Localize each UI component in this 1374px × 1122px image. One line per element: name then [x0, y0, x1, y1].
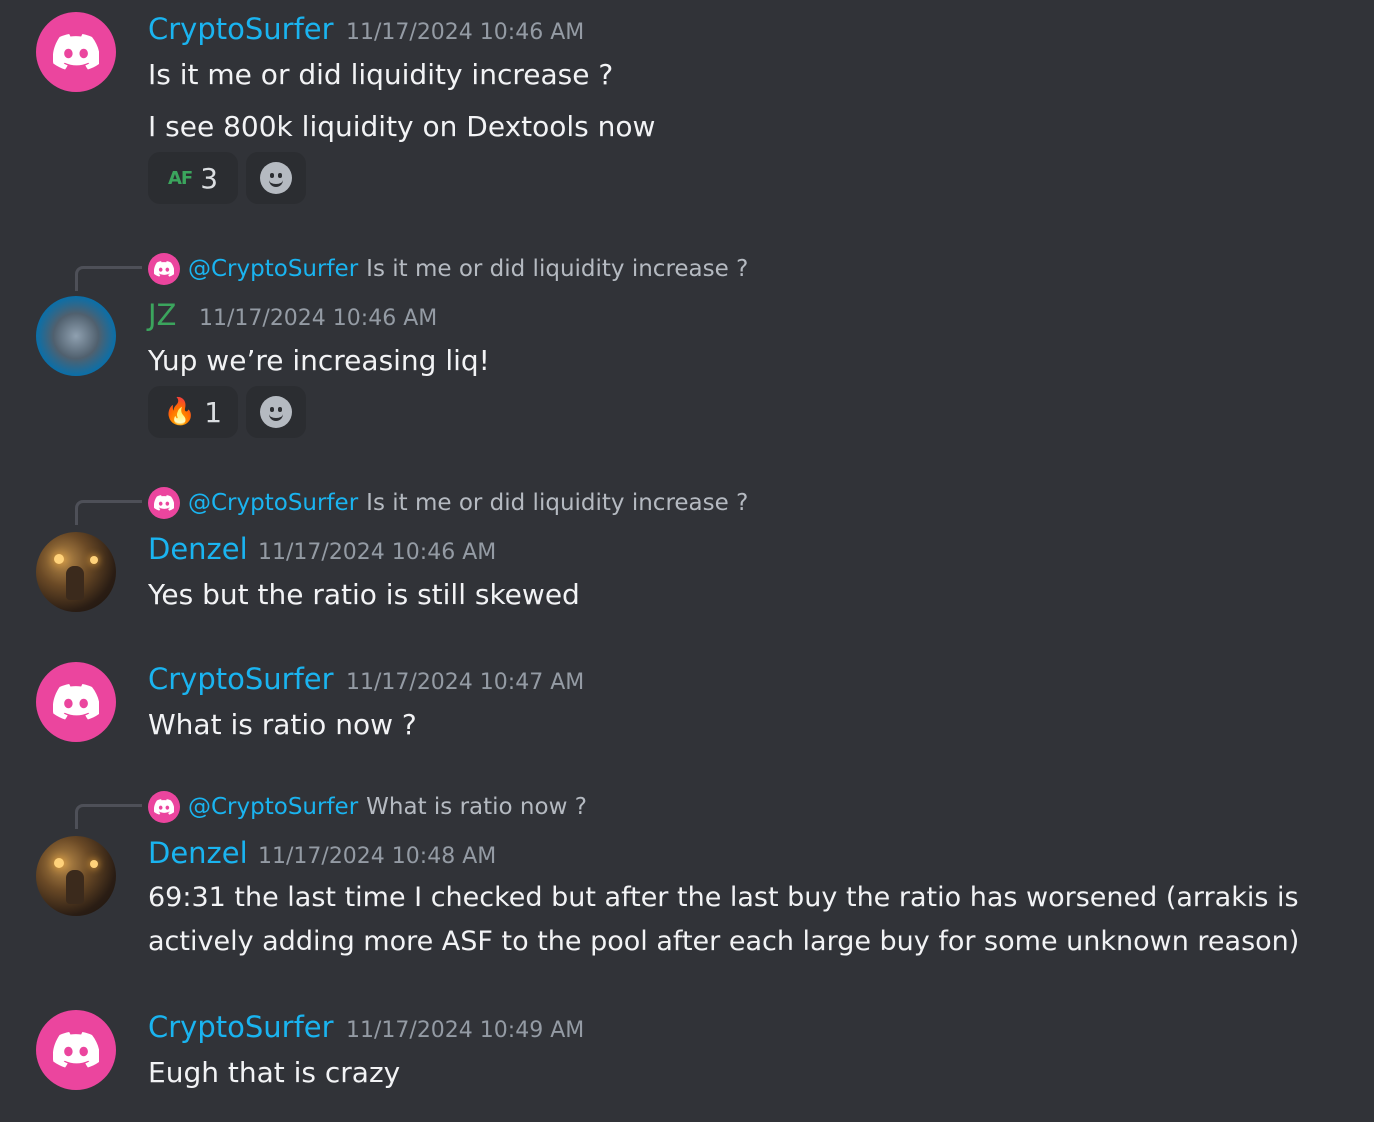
reply-connector	[75, 500, 142, 525]
reaction-count: 3	[200, 161, 219, 195]
reply-mention[interactable]: @CryptoSurfer	[188, 794, 358, 820]
timestamp: 11/17/2024 10:46 AM	[258, 540, 497, 565]
avatar[interactable]	[36, 662, 116, 742]
reply-connector	[75, 804, 142, 829]
reply-mention[interactable]: @CryptoSurfer	[188, 490, 358, 516]
message-text: I see 800k liquidity on Dextools now	[148, 110, 656, 143]
af-emoji-icon: AF	[167, 167, 193, 189]
username[interactable]: CryptoSurfer	[148, 1010, 334, 1044]
reply-avatar	[148, 791, 180, 823]
avatar[interactable]	[36, 836, 116, 916]
add-reaction-button[interactable]	[246, 152, 306, 204]
reaction-af[interactable]: AF 3	[148, 152, 238, 204]
message-text: actively adding more ASF to the pool aft…	[148, 926, 1300, 957]
reply-preview[interactable]: @CryptoSurfer Is it me or did liquidity …	[148, 253, 748, 285]
discord-logo-icon	[154, 495, 174, 511]
message-text: Yup we’re increasing liq!	[148, 344, 490, 377]
avatar[interactable]	[36, 1010, 116, 1090]
timestamp: 11/17/2024 10:46 AM	[346, 20, 585, 45]
timestamp: 11/17/2024 10:46 AM	[199, 306, 438, 331]
discord-logo-icon	[154, 261, 174, 277]
discord-logo-icon	[53, 34, 99, 70]
username[interactable]: CryptoSurfer	[148, 12, 334, 46]
reply-text: Is it me or did liquidity increase ?	[366, 256, 749, 282]
reply-avatar	[148, 253, 180, 285]
discord-logo-icon	[53, 684, 99, 720]
username[interactable]: Denzel	[148, 532, 248, 566]
timestamp: 11/17/2024 10:48 AM	[258, 844, 497, 869]
message-text: 69:31 the last time I checked but after …	[148, 882, 1299, 913]
timestamp: 11/17/2024 10:47 AM	[346, 670, 585, 695]
avatar[interactable]	[36, 532, 116, 612]
fire-emoji-icon: 🔥	[163, 397, 197, 427]
reply-avatar	[148, 487, 180, 519]
reply-preview[interactable]: @CryptoSurfer Is it me or did liquidity …	[148, 487, 748, 519]
avatar[interactable]	[36, 296, 116, 376]
add-reaction-button[interactable]	[246, 386, 306, 438]
avatar[interactable]	[36, 12, 116, 92]
add-reaction-icon	[260, 396, 292, 428]
message-text: Yes but the ratio is still skewed	[148, 578, 580, 611]
username[interactable]: Denzel	[148, 836, 248, 870]
reply-text: Is it me or did liquidity increase ?	[366, 490, 749, 516]
timestamp: 11/17/2024 10:49 AM	[346, 1018, 585, 1043]
message-text: Eugh that is crazy	[148, 1056, 401, 1089]
add-reaction-icon	[260, 162, 292, 194]
discord-logo-icon	[154, 799, 174, 815]
message-text: Is it me or did liquidity increase ?	[148, 58, 614, 91]
reply-mention[interactable]: @CryptoSurfer	[188, 256, 358, 282]
discord-logo-icon	[53, 1032, 99, 1068]
reply-text: What is ratio now ?	[366, 794, 587, 820]
username[interactable]: CryptoSurfer	[148, 662, 334, 696]
reply-preview[interactable]: @CryptoSurfer What is ratio now ?	[148, 791, 587, 823]
username[interactable]: JZ	[148, 298, 176, 332]
reaction-count: 1	[204, 395, 223, 429]
reply-connector	[75, 266, 142, 291]
message-text: What is ratio now ?	[148, 708, 417, 741]
reaction-fire[interactable]: 🔥 1	[148, 386, 238, 438]
